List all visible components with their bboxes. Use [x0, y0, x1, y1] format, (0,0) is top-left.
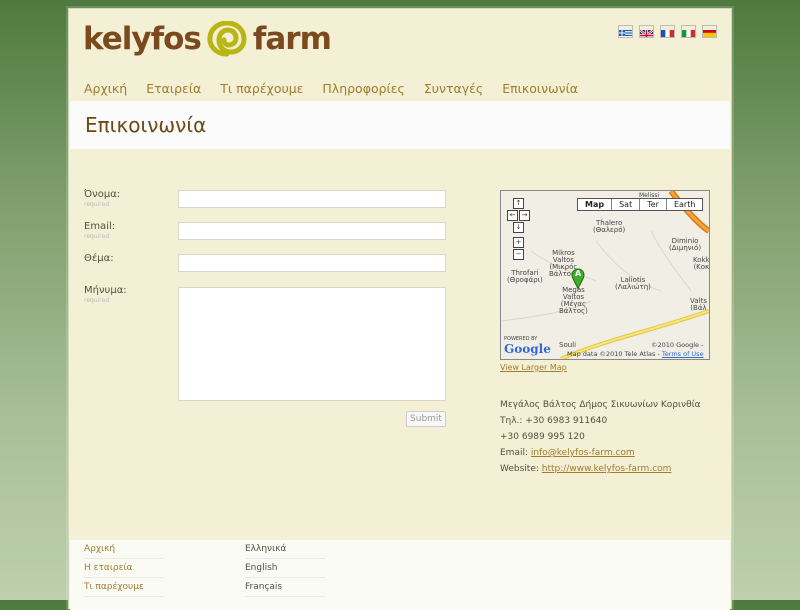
- phone-text-2: +30 6989 995 120: [500, 432, 585, 442]
- logo-text-right: farm: [252, 21, 332, 57]
- subject-field[interactable]: [178, 254, 446, 272]
- footer-link-french[interactable]: Français: [245, 578, 325, 597]
- map-place-label: Megas Valtos (Μέγας Βάλτος): [559, 286, 588, 315]
- map-place-label: Throfari (Θροφάρι): [507, 269, 543, 284]
- name-field[interactable]: [178, 190, 446, 208]
- name-label: Όνομα: required: [84, 189, 121, 208]
- email-field[interactable]: [178, 222, 446, 240]
- nav-item-company[interactable]: Εταιρεία: [146, 81, 201, 96]
- address-text: Μεγάλος Βάλτος Δήμος Σικυωνίων Κορινθία: [500, 400, 701, 410]
- flag-it-icon[interactable]: [681, 25, 696, 38]
- message-label: Μήνυμα: required: [84, 285, 127, 304]
- footer-link-home[interactable]: Αρχική: [84, 540, 164, 559]
- required-note: required: [84, 233, 110, 240]
- logo-text-left: kelyfos: [83, 21, 202, 57]
- pan-left-icon[interactable]: ←: [507, 210, 518, 221]
- map-copyright: ©2010 Google -: [651, 341, 704, 349]
- map-place-label: Melissi: [639, 192, 660, 199]
- nav-item-services[interactable]: Τι παρέχουμε: [220, 81, 303, 96]
- map-place-label: Laliotis (Λαλιώτη): [615, 276, 651, 291]
- map-place-label: Valts (Βάλ: [690, 297, 707, 312]
- required-note: required: [84, 201, 110, 208]
- flag-uk-icon[interactable]: [639, 25, 654, 38]
- map-type-earth[interactable]: Earth: [665, 199, 702, 210]
- map-attribution: Map data ©2010 Tele Atlas - Terms of Use: [567, 350, 704, 358]
- snail-shell-icon: [207, 21, 247, 57]
- view-larger-map-link[interactable]: View Larger Map: [500, 363, 567, 372]
- zoom-out-icon[interactable]: −: [513, 249, 524, 260]
- map-place-label: Kokk (Κοκ: [693, 256, 710, 271]
- required-note: required: [84, 297, 110, 304]
- footer-link-greek[interactable]: Ελληνικά: [245, 540, 325, 559]
- map-place-label: Souli: [559, 341, 577, 349]
- flag-es-icon[interactable]: [702, 25, 717, 38]
- header: kelyfos farm Αρχική Εταιρεία Τι παρέχουμ…: [69, 9, 731, 101]
- email-link[interactable]: info@kelyfos-farm.com: [531, 448, 635, 458]
- map-type-selector: Map Sat Ter Earth: [577, 198, 704, 211]
- submit-button[interactable]: Submit: [406, 411, 446, 427]
- footer-languages: Ελληνικά English Français: [245, 540, 325, 597]
- main-navigation: Αρχική Εταιρεία Τι παρέχουμε Πληροφορίες…: [84, 81, 578, 96]
- nav-item-home[interactable]: Αρχική: [84, 81, 127, 96]
- nav-item-contact[interactable]: Επικοινωνία: [502, 81, 578, 96]
- language-flags: [618, 25, 717, 38]
- map-marker-label: A: [575, 269, 582, 278]
- footer-nav: Αρχική Η εταιρεία Τι παρέχουμε: [84, 540, 164, 597]
- pan-down-icon[interactable]: ↓: [513, 222, 524, 233]
- zoom-in-icon[interactable]: +: [513, 237, 524, 248]
- footer-link-company[interactable]: Η εταιρεία: [84, 559, 164, 578]
- email-line: Email: info@kelyfos-farm.com: [500, 448, 635, 458]
- phone-text: Τηλ.: +30 6983 911640: [500, 416, 608, 426]
- nav-item-information[interactable]: Πληροφορίες: [322, 81, 404, 96]
- subject-label: Θέμα:: [84, 253, 114, 264]
- pan-up-icon[interactable]: ↑: [513, 198, 524, 209]
- footer-link-english[interactable]: English: [245, 559, 325, 578]
- google-map[interactable]: ↑ ← → ↓ + − Map Sat Ter Earth Melissi Th…: [500, 190, 710, 360]
- page-title: Επικοινωνία: [85, 113, 207, 137]
- terms-of-use-link[interactable]: Terms of Use: [662, 350, 704, 358]
- footer-link-services[interactable]: Τι παρέχουμε: [84, 578, 164, 597]
- email-label: Email: required: [84, 221, 116, 240]
- site-logo[interactable]: kelyfos farm: [83, 19, 332, 59]
- pan-right-icon[interactable]: →: [519, 210, 530, 221]
- map-type-sat[interactable]: Sat: [611, 199, 639, 210]
- map-type-ter[interactable]: Ter: [639, 199, 666, 210]
- map-place-label: Diminio (Διμηνιό): [669, 237, 702, 252]
- map-place-label: Thalero (Θαλερό): [593, 219, 626, 234]
- page-title-bar: Επικοινωνία: [70, 101, 730, 149]
- website-link[interactable]: http://www.kelyfos-farm.com: [542, 464, 672, 474]
- google-logo[interactable]: Google: [504, 342, 551, 356]
- map-type-map[interactable]: Map: [578, 199, 611, 210]
- flag-fr-icon[interactable]: [660, 25, 675, 38]
- page-container: kelyfos farm Αρχική Εταιρεία Τι παρέχουμ…: [68, 8, 732, 610]
- flag-gr-icon[interactable]: [618, 25, 633, 38]
- nav-item-recipes[interactable]: Συνταγές: [424, 81, 483, 96]
- website-line: Website: http://www.kelyfos-farm.com: [500, 464, 672, 474]
- message-field[interactable]: [178, 287, 446, 401]
